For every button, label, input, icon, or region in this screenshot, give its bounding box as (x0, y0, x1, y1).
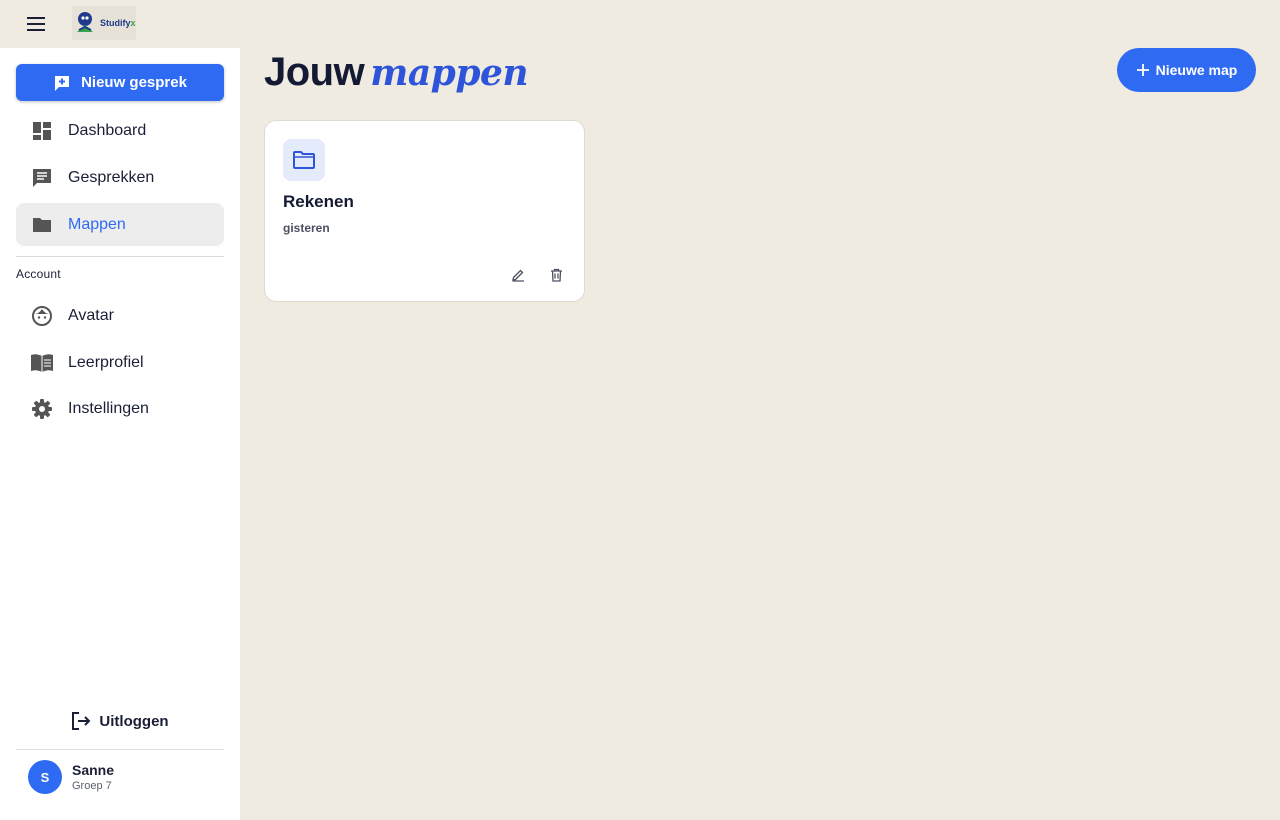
sidebar-item-leerprofiel[interactable]: Leerprofiel (16, 341, 224, 384)
sidebar-item-label: Instellingen (68, 399, 149, 417)
user-group: Groep 7 (72, 780, 112, 792)
menu-icon[interactable] (22, 12, 50, 36)
sidebar-item-dashboard[interactable]: Dashboard (16, 109, 224, 152)
sidebar-item-gesprekken[interactable]: Gesprekken (16, 156, 224, 199)
avatar: S (28, 760, 62, 794)
sidebar-item-instellingen[interactable]: Instellingen (16, 387, 224, 430)
user-profile[interactable]: S Sanne Groep 7 (28, 760, 114, 794)
logo-text: Studifyx (100, 18, 136, 28)
logout-icon (72, 712, 91, 730)
page-title: Jouw mappen (264, 50, 529, 95)
divider (16, 749, 224, 750)
folder-icon (16, 216, 68, 234)
new-folder-label: Nieuwe map (1155, 62, 1238, 78)
sidebar-item-mappen[interactable]: Mappen (16, 203, 224, 246)
page-title-plain: Jouw (264, 50, 365, 94)
studifyx-logo[interactable]: Studifyx (72, 6, 136, 40)
dashboard-icon (16, 121, 68, 141)
add-chat-icon (55, 75, 70, 91)
sidebar-item-label: Leerprofiel (68, 353, 144, 371)
folder-card[interactable]: Rekenen gisteren (264, 120, 585, 302)
sidebar-item-avatar[interactable]: Avatar (16, 294, 224, 337)
logout-label: Uitloggen (99, 712, 169, 730)
sidebar-item-label: Gesprekken (68, 168, 155, 186)
sidebar: Nieuw gesprek Dashboard Gesprekken Mappe… (0, 48, 240, 820)
sidebar-item-label: Dashboard (68, 121, 147, 139)
logo-mascot-icon (77, 12, 93, 32)
folder-icon (283, 139, 325, 181)
new-folder-button[interactable]: Nieuwe map (1117, 48, 1256, 92)
plus-icon (1136, 64, 1149, 76)
folder-date: gisteren (283, 221, 330, 235)
top-bar: Studifyx (0, 0, 1280, 48)
chat-icon (16, 168, 68, 188)
trash-icon[interactable] (545, 264, 567, 286)
section-label-account: Account (16, 267, 61, 281)
new-chat-button[interactable]: Nieuw gesprek (16, 64, 224, 101)
book-icon (16, 353, 68, 373)
user-name: Sanne (72, 762, 115, 778)
logout-button[interactable]: Uitloggen (16, 703, 224, 739)
face-icon (16, 305, 68, 327)
folder-name: Rekenen (283, 192, 354, 211)
gear-icon (16, 398, 68, 419)
sidebar-item-label: Avatar (68, 306, 114, 324)
edit-icon[interactable] (507, 264, 529, 286)
new-chat-label: Nieuw gesprek (81, 74, 187, 91)
page-title-accent: mappen (370, 52, 529, 94)
sidebar-item-label: Mappen (68, 215, 126, 233)
divider (16, 256, 224, 257)
